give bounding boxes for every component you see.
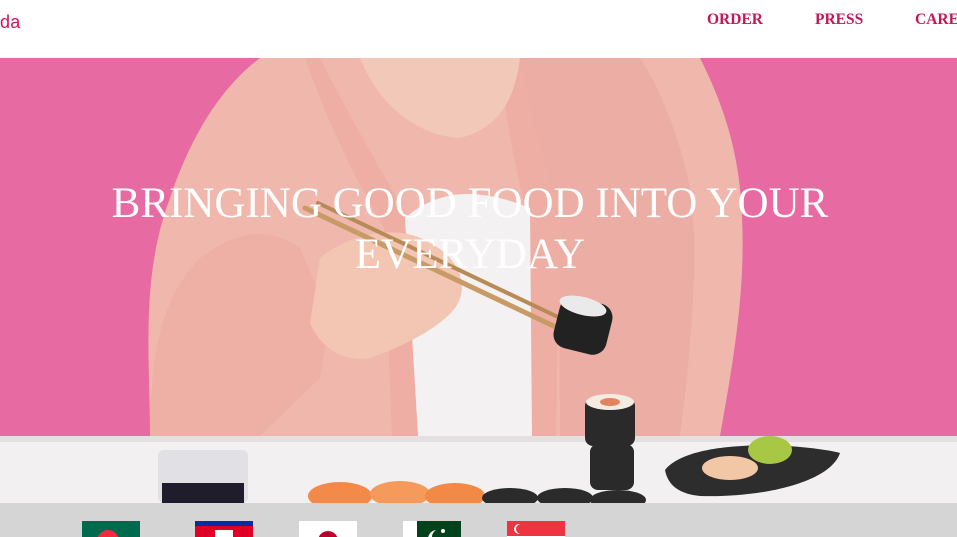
hero-banner: BRINGING GOOD FOOD INTO YOUR EVERYDAY bbox=[0, 58, 957, 503]
hero-title: BRINGING GOOD FOOD INTO YOUR EVERYDAY bbox=[111, 180, 829, 278]
bangladesh-flag-icon[interactable] bbox=[82, 521, 140, 537]
hero-photo bbox=[0, 58, 957, 503]
cambodia-flag-icon[interactable] bbox=[195, 521, 253, 537]
brand-logo[interactable]: da bbox=[0, 12, 20, 33]
country-flag-strip bbox=[0, 503, 957, 537]
pakistan-flag-icon[interactable] bbox=[403, 521, 461, 537]
nav-link-careers[interactable]: CARE bbox=[915, 11, 957, 29]
singapore-flag-icon[interactable] bbox=[507, 521, 565, 537]
nav-link-press[interactable]: PRESS bbox=[815, 11, 863, 29]
site-header: da ORDER PRESS CARE bbox=[0, 0, 957, 58]
japan-flag-icon[interactable] bbox=[299, 521, 357, 537]
nav-link-order[interactable]: ORDER bbox=[707, 11, 763, 29]
